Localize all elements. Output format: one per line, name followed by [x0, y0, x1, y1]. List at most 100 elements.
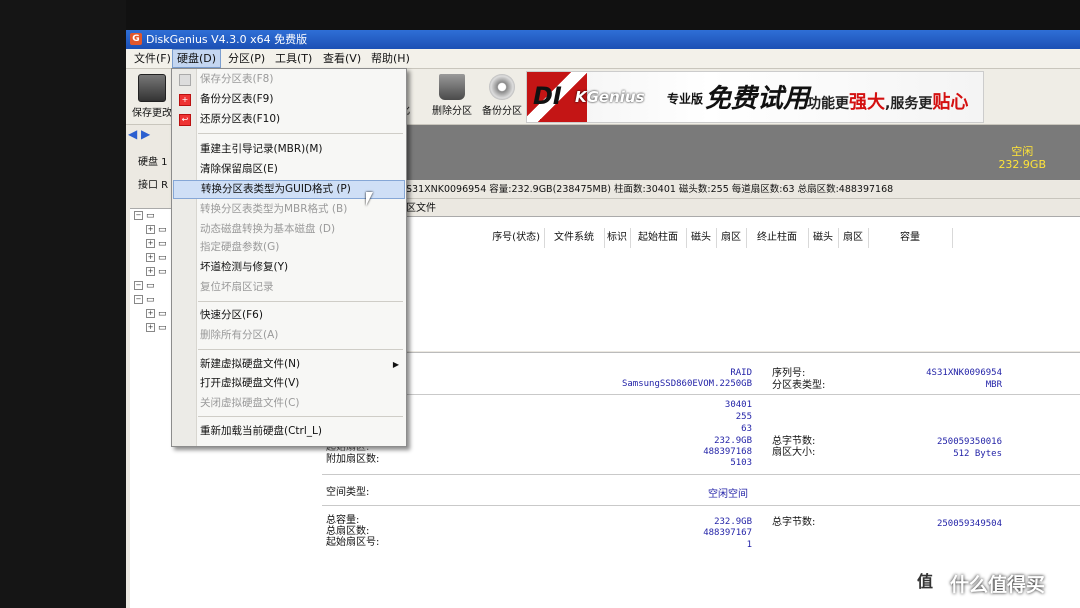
menu-rebuild-mbr[interactable]: 重建主引导记录(MBR)(M)	[173, 140, 405, 159]
col-start-cylinder[interactable]: 起始柱面	[630, 228, 687, 248]
monitor-bezel-top	[0, 0, 1080, 30]
backup-partition-button[interactable]: 备份分区	[478, 72, 526, 122]
port-label: 接口 R	[138, 180, 169, 191]
tree-node[interactable]: + ▭	[146, 309, 167, 319]
extra-sectors-label: 附加扇区数:	[326, 454, 380, 465]
col-end-sector[interactable]: 扇区	[838, 228, 869, 248]
free-size: 232.9GB	[998, 158, 1046, 171]
banner-edition: 专业版	[667, 92, 704, 106]
pt-type-label: 分区表类型:	[772, 380, 826, 391]
app-icon: G	[130, 33, 142, 45]
menu-reset-bad-sector-record[interactable]: 复位坏扇区记录	[173, 278, 405, 297]
tree-node[interactable]: + ▭	[146, 239, 167, 249]
monitor-bezel-left	[0, 0, 126, 608]
sector-size-label: 扇区大小:	[772, 447, 816, 458]
delete-partition-label: 删除分区	[432, 106, 472, 117]
col-flag[interactable]: 标识	[604, 228, 631, 248]
sectors-value: 63	[741, 424, 752, 434]
tree-node[interactable]: − ▭	[134, 281, 155, 291]
restore-table-icon: ↩	[179, 114, 191, 126]
menu-clear-reserved-sectors[interactable]: 清除保留扇区(E)	[173, 160, 405, 179]
menu-file[interactable]: 文件(F)	[130, 49, 175, 68]
disk-map-bar[interactable]: 空闲 232.9GB	[406, 125, 1080, 180]
cylinders-value: 30401	[724, 400, 752, 410]
tab-strip: 区文件	[406, 200, 1080, 217]
capacity-value: 232.9GB	[714, 436, 752, 446]
raid-value: RAID	[730, 368, 752, 378]
menu-restore-partition-table[interactable]: ↩ 还原分区表(F10)	[173, 110, 405, 129]
menu-view[interactable]: 查看(V)	[319, 49, 365, 68]
col-index[interactable]: 序号(状态)	[472, 228, 545, 248]
menu-partition[interactable]: 分区(P)	[224, 49, 269, 68]
col-end-cylinder[interactable]: 终止柱面	[746, 228, 809, 248]
menu-tools[interactable]: 工具(T)	[271, 49, 316, 68]
banner-trial: 免费试用	[705, 84, 810, 114]
menu-new-virtual-disk[interactable]: 新建虚拟硬盘文件(N) ▶	[173, 355, 405, 374]
extra-sectors-value: 5103	[730, 458, 752, 468]
total-capacity-label: 总容量:	[326, 515, 360, 526]
save-table-icon	[179, 74, 191, 86]
menu-delete-all-partitions[interactable]: 删除所有分区(A)	[173, 326, 405, 345]
total-capacity-value: 232.9GB	[714, 517, 752, 527]
menu-quick-partition[interactable]: 快速分区(F6)	[173, 306, 405, 325]
sector-size-value: 512 Bytes	[953, 449, 1002, 459]
menu-separator	[198, 133, 403, 134]
menu-open-virtual-disk[interactable]: 打开虚拟硬盘文件(V)	[173, 374, 405, 393]
tree-node[interactable]: + ▭	[146, 267, 167, 277]
menu-separator	[198, 349, 403, 350]
delete-partition-button[interactable]: 删除分区	[428, 72, 476, 122]
col-capacity[interactable]: 容量	[868, 228, 953, 248]
tree-node[interactable]: − ▭	[134, 295, 155, 305]
heads-value: 255	[735, 412, 752, 422]
menu-specify-disk-params[interactable]: 指定硬盘参数(G)	[173, 238, 405, 257]
model-value: SamsungSSD860EVOM.2250GB	[621, 379, 752, 389]
tree-node[interactable]: + ▭	[146, 253, 167, 263]
serial-value: 4S31XNK0096954	[926, 368, 1002, 378]
menu-help[interactable]: 帮助(H)	[367, 49, 414, 68]
backup-table-icon: +	[179, 94, 191, 106]
start-sector-number-label: 起始扇区号:	[326, 537, 380, 548]
window-title: DiskGenius V4.3.0 x64 免费版	[146, 33, 308, 46]
save-icon	[138, 74, 166, 102]
tree-node[interactable]: + ▭	[146, 323, 167, 333]
tree-node[interactable]: − ▭	[134, 211, 155, 221]
pt-type-value: MBR	[985, 380, 1002, 390]
col-start-sector[interactable]: 扇区	[716, 228, 747, 248]
menu-backup-partition-table[interactable]: + 备份分区表(F9)	[173, 90, 405, 109]
save-changes-label: 保存更改	[132, 108, 172, 119]
disk-label: 硬盘 1	[138, 157, 168, 168]
col-filesystem[interactable]: 文件系统	[544, 228, 605, 248]
free-space-block: 空闲 232.9GB	[998, 145, 1046, 171]
total-sector-count-value: 488397167	[703, 528, 752, 538]
menu-bad-sector-repair[interactable]: 坏道检测与修复(Y)	[173, 258, 405, 277]
menu-separator	[198, 416, 403, 417]
menu-save-partition-table[interactable]: 保存分区表(F8)	[173, 70, 405, 89]
banner-brand-2: KGenius	[575, 88, 645, 106]
col-end-head[interactable]: 磁头	[808, 228, 839, 248]
separator	[322, 474, 1080, 475]
partition-table: 序号(状态) 文件系统 标识 起始柱面 磁头 扇区 终止柱面 磁头 扇区 容量	[406, 217, 1080, 351]
menu-separator	[198, 301, 403, 302]
separator	[322, 394, 1080, 395]
tree-node[interactable]: + ▭	[146, 225, 167, 235]
menu-disk[interactable]: 硬盘(D)	[172, 49, 222, 68]
space-type-label: 空间类型:	[326, 487, 370, 498]
disk-info-line: S31XNK0096954 容量:232.9GB(238475MB) 柱面数:3…	[406, 181, 1080, 199]
promo-banner[interactable]: DI KGenius 专业版 免费试用 功能更强大,服务更贴心	[526, 71, 984, 123]
separator	[322, 505, 1080, 506]
menu-reload-disk[interactable]: 重新加载当前硬盘(Ctrl_L)	[173, 422, 405, 441]
menu-close-virtual-disk[interactable]: 关闭虚拟硬盘文件(C)	[173, 394, 405, 413]
menu-dynamic-to-basic[interactable]: 动态磁盘转换为基本磁盘 (D)	[173, 220, 405, 239]
nav-arrows[interactable]: ◀ ▶	[128, 127, 166, 145]
watermark-logo-icon: 值	[908, 566, 942, 598]
serial-label: 序列号:	[772, 368, 806, 379]
col-start-head[interactable]: 磁头	[686, 228, 717, 248]
total-bytes-label: 总字节数:	[772, 436, 816, 447]
tab-files[interactable]: 区文件	[406, 201, 436, 216]
total-bytes-value: 250059350016	[936, 437, 1002, 447]
save-changes-button[interactable]: 保存更改	[130, 72, 174, 122]
space-type-value: 空闲空间	[708, 489, 748, 500]
free-status: 空闲	[1011, 145, 1034, 158]
banner-brand: DI	[533, 82, 562, 110]
backup-partition-icon	[489, 74, 515, 100]
